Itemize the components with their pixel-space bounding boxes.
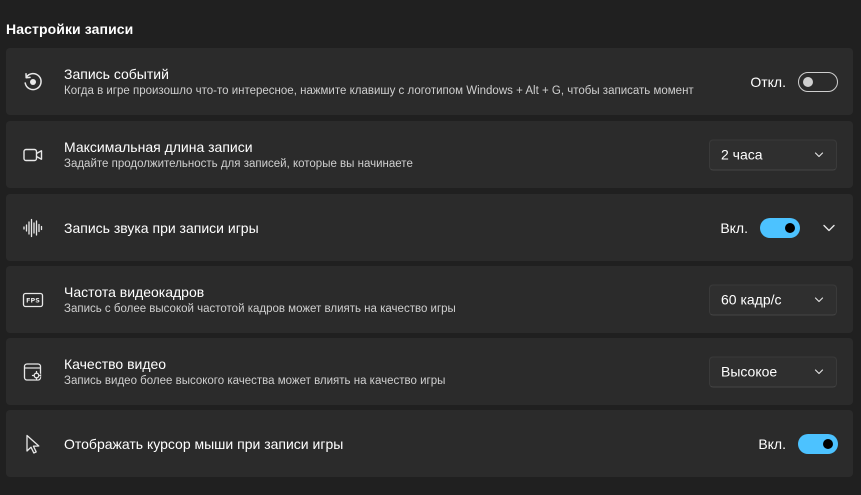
frame-rate-dropdown[interactable]: 60 кадр/с [709, 284, 837, 315]
record-audio-toggle[interactable] [760, 217, 800, 238]
setting-text: Качество видео Запись видео более высоко… [64, 355, 445, 389]
setting-title: Отображать курсор мыши при записи игры [64, 435, 344, 452]
setting-title: Запись событий [64, 65, 169, 82]
setting-description: Задайте продолжительность для записей, к… [64, 157, 413, 170]
setting-video-quality: Качество видео Запись видео более высоко… [6, 338, 853, 405]
setting-show-mouse-cursor: Отображать курсор мыши при записи игры В… [6, 410, 853, 477]
record-event-icon [22, 71, 44, 93]
setting-description: Запись с более высокой частотой кадров м… [64, 302, 456, 315]
toggle-knob [803, 76, 813, 87]
setting-text: Отображать курсор мыши при записи игры [64, 435, 343, 453]
dropdown-value: 60 кадр/с [721, 291, 782, 308]
page-title: Настройки записи [6, 21, 134, 37]
svg-text:FPS: FPS [26, 296, 40, 304]
chevron-down-icon [814, 369, 824, 375]
toggle-state-label: Откл. [750, 73, 786, 90]
max-length-dropdown[interactable]: 2 часа [709, 139, 837, 170]
chevron-down-icon [814, 297, 824, 303]
chevron-down-icon [814, 152, 824, 158]
dropdown-value: 2 часа [721, 146, 763, 163]
setting-record-events: Запись событий Когда в игре произошло чт… [6, 48, 853, 115]
setting-text: Запись звука при записи игры [64, 219, 259, 237]
setting-text: Максимальная длина записи Задайте продол… [64, 138, 413, 172]
toggle-state-label: Вкл. [720, 219, 748, 236]
setting-text: Частота видеокадров Запись с более высок… [64, 283, 456, 317]
toggle-control: Вкл. [758, 433, 838, 454]
setting-title: Максимальная длина записи [64, 138, 253, 155]
toggle-knob [823, 438, 833, 449]
record-events-toggle[interactable] [798, 71, 838, 92]
chevron-down-icon[interactable] [822, 221, 836, 235]
setting-text: Запись событий Когда в игре произошло чт… [64, 65, 694, 99]
setting-title: Качество видео [64, 355, 167, 372]
setting-description: Запись видео более высокого качества мож… [64, 374, 446, 387]
setting-title: Частота видеокадров [64, 283, 205, 300]
video-quality-icon [22, 361, 44, 383]
toggle-state-label: Вкл. [758, 435, 786, 452]
setting-frame-rate: FPS Частота видеокадров Запись с более в… [6, 266, 853, 333]
setting-record-audio[interactable]: Запись звука при записи игры Вкл. [6, 194, 853, 261]
toggle-control: Вкл. [720, 217, 836, 238]
fps-icon: FPS [22, 289, 44, 311]
setting-max-recording-length: Максимальная длина записи Задайте продол… [6, 121, 853, 188]
mouse-cursor-icon [22, 433, 44, 455]
setting-title: Запись звука при записи игры [64, 219, 259, 236]
setting-description: Когда в игре произошло что-то интересное… [64, 84, 694, 97]
show-cursor-toggle[interactable] [798, 433, 838, 454]
video-quality-dropdown[interactable]: Высокое [709, 356, 837, 387]
toggle-control: Откл. [750, 71, 838, 92]
audio-wave-icon [22, 217, 44, 239]
toggle-knob [785, 222, 795, 233]
video-camera-icon [22, 144, 44, 166]
dropdown-value: Высокое [721, 363, 778, 380]
